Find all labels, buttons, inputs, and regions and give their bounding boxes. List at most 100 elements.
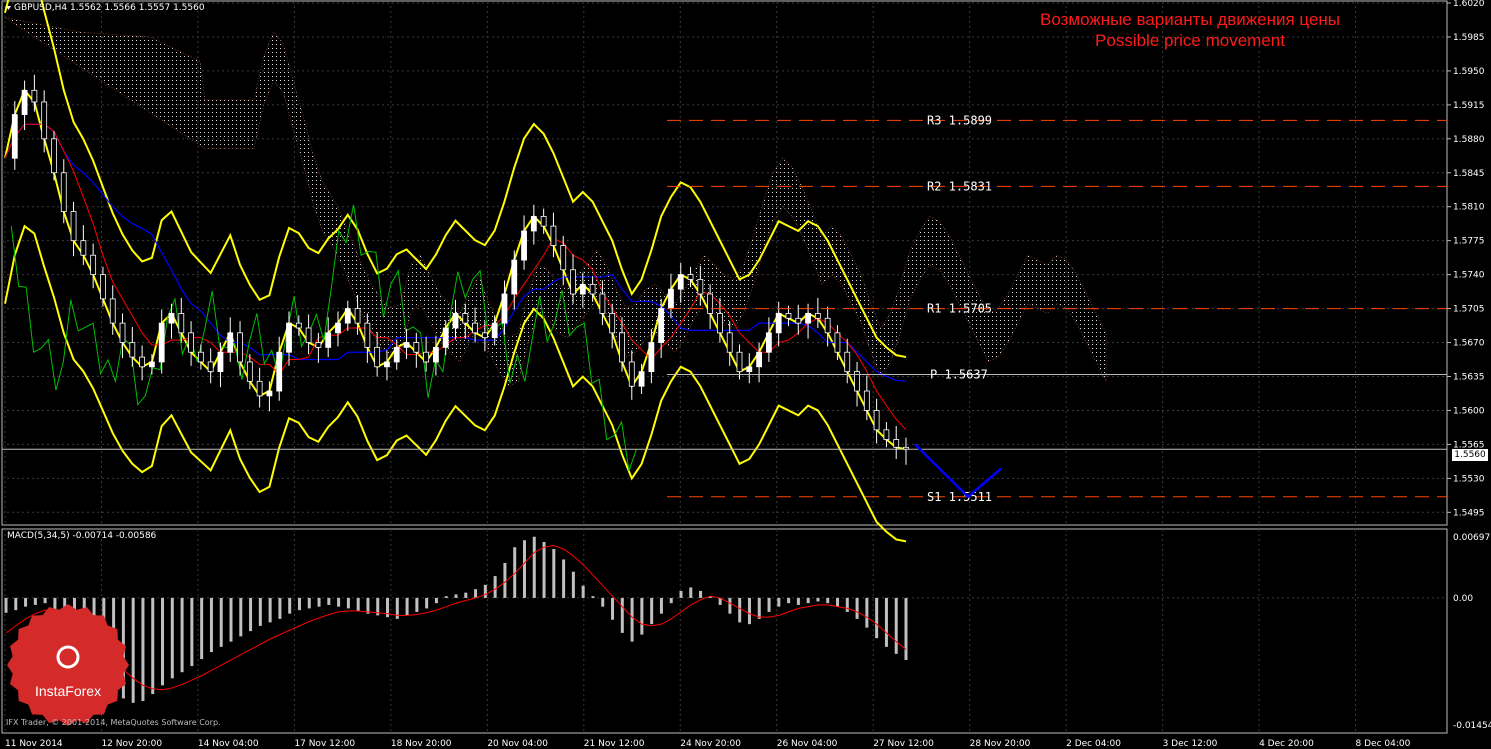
logo-seal: [7, 604, 129, 726]
candle-body: [540, 216, 547, 227]
candle-body: [756, 351, 762, 368]
candle-body: [315, 342, 322, 348]
candle-body: [619, 332, 625, 363]
macd-bar: [14, 597, 18, 611]
macd-bar: [43, 597, 47, 604]
candle-body: [805, 313, 811, 324]
macd-bar: [483, 584, 487, 598]
macd-bar: [366, 597, 370, 614]
y-tick-label: 1.5530: [1453, 474, 1485, 484]
y-tick-label: 1.5740: [1453, 271, 1485, 281]
candle-body: [873, 410, 880, 431]
macd-bar: [493, 576, 497, 598]
candle-body: [100, 274, 106, 300]
macd-bar: [669, 597, 673, 604]
macd-bar: [4, 597, 8, 613]
candle-body: [736, 351, 743, 373]
macd-bar: [268, 597, 272, 623]
candle-body: [374, 346, 381, 368]
macd-bar: [307, 597, 311, 609]
y-tick-label: 1.5600: [1453, 406, 1485, 416]
candle-body: [384, 361, 390, 368]
macd-bar: [434, 597, 438, 604]
x-tick-label: 28 Nov 20:00: [970, 739, 1031, 749]
candle-body: [139, 356, 146, 368]
candle-body: [893, 439, 900, 448]
candle-body: [80, 240, 87, 256]
macd-panel-frame: [1, 528, 1448, 734]
symbol-header: GBPUSD,H4 1.5562 1.5566 1.5557 1.5560: [14, 3, 205, 13]
candle-body: [129, 342, 136, 358]
candle-body: [570, 269, 576, 295]
candle-body: [11, 114, 18, 159]
main-panel-frame: [1, 0, 1448, 526]
candle-body: [883, 429, 890, 440]
pivot-label: R3 1.5899: [927, 113, 992, 127]
candle-body: [697, 279, 704, 295]
macd-bar: [464, 592, 468, 598]
macd-bar: [836, 597, 840, 607]
candle-body: [765, 332, 772, 353]
candle-body: [442, 327, 449, 348]
macd-bar: [444, 596, 448, 598]
candle-body: [256, 380, 263, 397]
macd-bar: [425, 597, 429, 609]
y-tick-label: 1.5810: [1453, 203, 1485, 213]
macd-bar: [200, 597, 204, 660]
x-tick-label: 26 Nov 04:00: [777, 739, 838, 749]
y-tick-label: 1.5705: [1453, 305, 1485, 315]
macd-bar: [571, 571, 575, 598]
candle-body: [354, 308, 361, 324]
macd-y-tick-label: 0.00: [1453, 594, 1473, 604]
macd-bar: [229, 597, 233, 642]
candle-body: [638, 371, 645, 387]
y-tick-label: 1.5845: [1453, 169, 1485, 179]
candle-body: [530, 216, 537, 232]
candle-body: [795, 317, 802, 324]
macd-bar: [904, 597, 908, 660]
candle-body: [589, 283, 596, 295]
candle-body: [31, 89, 38, 103]
macd-bar: [239, 597, 243, 637]
macd-bar: [699, 590, 703, 598]
macd-bar: [297, 597, 301, 611]
candle-body: [609, 313, 616, 334]
candle-body: [41, 101, 48, 140]
current-price-label: 1.5560: [1452, 449, 1488, 461]
candle-body: [286, 322, 292, 353]
macd-bar: [170, 597, 174, 679]
macd-bar: [415, 597, 419, 612]
candle-body: [168, 313, 175, 324]
macd-bar: [611, 597, 615, 620]
candle-body: [266, 390, 273, 397]
candle-body: [393, 346, 400, 363]
price-chart[interactable]: 1.6020 1.5985 1.5950 1.5915 1.5880 1.5845 1.58…: [0, 0, 1491, 749]
candle-body: [560, 245, 567, 271]
macd-signal-line: [5, 544, 907, 691]
candle-body: [687, 274, 694, 280]
y-tick-label: 1.5670: [1453, 339, 1485, 349]
candle-body: [246, 361, 253, 382]
y-tick-label: 1.5915: [1453, 101, 1485, 111]
x-tick-label: 24 Nov 20:00: [680, 739, 741, 749]
candle-body: [863, 390, 870, 411]
macd-bar: [346, 597, 350, 609]
macd-bar: [258, 597, 262, 626]
macd-bar: [24, 597, 28, 607]
macd-bar: [894, 597, 898, 654]
macd-bar: [640, 597, 644, 635]
macd-bar: [542, 541, 546, 598]
x-tick-label: 20 Nov 04:00: [487, 739, 548, 749]
macd-bar: [826, 597, 830, 604]
macd-y-tick-label: -0.01454: [1453, 721, 1491, 731]
pivot-label: R2 1.5831: [927, 179, 992, 193]
macd-bar: [767, 597, 771, 612]
candle-body: [746, 366, 753, 373]
candle-body: [295, 322, 302, 329]
candle-body: [844, 351, 851, 373]
candle-body: [658, 308, 665, 343]
candle-body: [60, 172, 67, 212]
macd-bar: [757, 597, 761, 619]
candle-body: [775, 313, 782, 334]
candle-body: [814, 313, 821, 319]
